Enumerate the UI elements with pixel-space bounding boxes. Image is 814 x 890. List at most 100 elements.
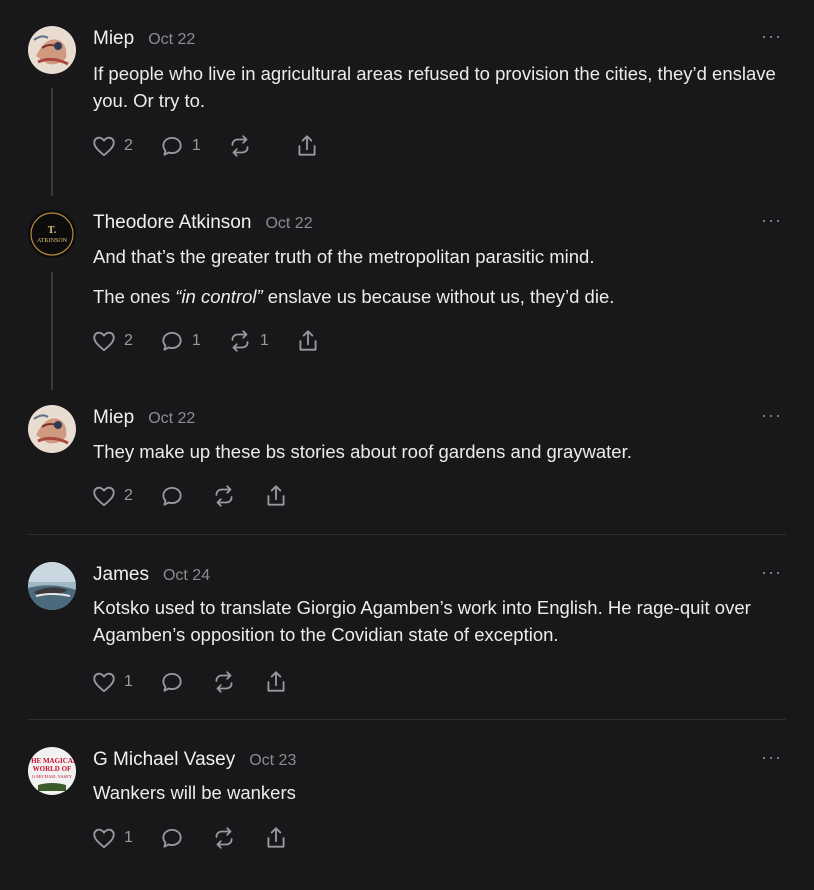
avatar[interactable]: THE MAGICAL WORLD OF G MICHAEL VASEY bbox=[28, 747, 76, 795]
comment-body: Kotsko used to translate Giorgio Agamben… bbox=[93, 594, 793, 661]
action-bar: 1 bbox=[91, 668, 315, 696]
divider bbox=[28, 719, 786, 720]
comment-date[interactable]: Oct 22 bbox=[148, 31, 195, 49]
reply-button[interactable] bbox=[159, 669, 185, 695]
more-options-icon[interactable]: ··· bbox=[761, 747, 782, 768]
action-bar: 2 bbox=[91, 482, 315, 510]
share-button[interactable] bbox=[294, 133, 320, 159]
author-name[interactable]: G Michael Vasey bbox=[93, 749, 235, 771]
avatar-monogram: T. bbox=[48, 225, 57, 236]
text-fragment: enslave us because without us, they’d di… bbox=[262, 286, 615, 307]
heart-icon bbox=[93, 672, 115, 693]
author-name[interactable]: Theodore Atkinson bbox=[93, 212, 251, 234]
author-name[interactable]: Miep bbox=[93, 407, 134, 429]
like-button[interactable]: 2 bbox=[91, 328, 133, 354]
more-options-icon[interactable]: ··· bbox=[761, 210, 782, 231]
avatar[interactable] bbox=[28, 26, 76, 74]
like-count: 2 bbox=[124, 487, 133, 504]
comment-feed: Miep Oct 22 ··· If people who live in ag… bbox=[0, 0, 814, 890]
restack-count: 1 bbox=[259, 332, 269, 349]
reply-count: 1 bbox=[191, 332, 201, 349]
like-button[interactable]: 2 bbox=[91, 133, 133, 159]
heart-icon bbox=[93, 331, 115, 352]
avatar-atkinson-image: T. ATKINSON bbox=[28, 210, 76, 258]
reply-button[interactable]: 1 bbox=[159, 328, 201, 354]
avatar-miep-image bbox=[28, 26, 76, 74]
share-button[interactable] bbox=[263, 483, 289, 509]
heart-icon bbox=[93, 828, 115, 849]
more-options-icon[interactable]: ··· bbox=[761, 562, 782, 583]
share-icon bbox=[298, 135, 316, 156]
comment-header: Miep Oct 22 bbox=[93, 28, 195, 50]
comment-icon bbox=[162, 136, 182, 156]
avatar-vasey-image: THE MAGICAL WORLD OF G MICHAEL VASEY bbox=[28, 747, 76, 795]
avatar[interactable]: T. ATKINSON bbox=[28, 210, 76, 258]
comment-body: And that’s the greater truth of the metr… bbox=[93, 243, 793, 323]
comment-date[interactable]: Oct 23 bbox=[249, 752, 296, 770]
comment-date[interactable]: Oct 22 bbox=[148, 410, 195, 428]
thread-line bbox=[51, 88, 53, 196]
share-icon bbox=[267, 671, 285, 692]
comment-text: They make up these bs stories about roof… bbox=[93, 441, 632, 462]
restack-button[interactable] bbox=[227, 133, 268, 159]
comment-body: Wankers will be wankers bbox=[93, 779, 793, 819]
restack-button[interactable] bbox=[211, 483, 237, 509]
reply-button[interactable] bbox=[159, 825, 185, 851]
restack-icon bbox=[231, 135, 249, 157]
more-options-icon[interactable]: ··· bbox=[761, 405, 782, 426]
avatar-miep-image bbox=[28, 405, 76, 453]
comment-header: Theodore Atkinson Oct 22 bbox=[93, 212, 313, 234]
author-name[interactable]: James bbox=[93, 564, 149, 586]
share-button[interactable] bbox=[263, 825, 289, 851]
more-options-icon[interactable]: ··· bbox=[761, 26, 782, 47]
comment-date[interactable]: Oct 24 bbox=[163, 567, 210, 585]
comment-date[interactable]: Oct 22 bbox=[265, 215, 312, 233]
reply-count: 1 bbox=[191, 137, 201, 154]
avatar-wordmark: G MICHAEL VASEY bbox=[32, 774, 73, 779]
comment-icon bbox=[162, 672, 182, 692]
avatar[interactable] bbox=[28, 562, 76, 610]
avatar-james-image bbox=[28, 562, 76, 610]
comment-icon bbox=[162, 486, 182, 506]
comment-text: The ones “in control” enslave us because… bbox=[93, 283, 793, 310]
reply-button[interactable] bbox=[159, 483, 185, 509]
share-icon bbox=[299, 330, 317, 351]
like-button[interactable]: 1 bbox=[91, 825, 133, 851]
avatar-wordmark: THE MAGICAL bbox=[28, 757, 76, 765]
reply-button[interactable]: 1 bbox=[159, 133, 201, 159]
restack-button[interactable] bbox=[211, 669, 237, 695]
share-button[interactable] bbox=[263, 669, 289, 695]
comment-icon bbox=[162, 331, 182, 351]
heart-icon bbox=[93, 486, 115, 507]
avatar-wordmark: ATKINSON bbox=[37, 238, 68, 244]
comment-body: If people who live in agricultural areas… bbox=[93, 60, 793, 127]
comment-text: If people who live in agricultural areas… bbox=[93, 63, 776, 111]
like-button[interactable]: 2 bbox=[91, 483, 133, 509]
restack-icon bbox=[215, 827, 233, 849]
emphasis-text: “in control” bbox=[175, 286, 263, 307]
share-icon bbox=[267, 827, 285, 848]
avatar[interactable] bbox=[28, 405, 76, 453]
like-button[interactable]: 1 bbox=[91, 669, 133, 695]
like-count: 1 bbox=[124, 673, 133, 690]
restack-icon bbox=[215, 485, 233, 507]
comment-text: Kotsko used to translate Giorgio Agamben… bbox=[93, 597, 751, 645]
comment-header: Miep Oct 22 bbox=[93, 407, 195, 429]
action-bar: 2 1 bbox=[91, 132, 346, 160]
action-bar: 1 bbox=[91, 824, 315, 852]
comment-text: Wankers will be wankers bbox=[93, 782, 296, 803]
share-button[interactable] bbox=[295, 328, 321, 354]
restack-icon bbox=[231, 330, 249, 352]
like-count: 1 bbox=[124, 829, 133, 846]
author-name[interactable]: Miep bbox=[93, 28, 134, 50]
restack-button[interactable] bbox=[211, 825, 237, 851]
thread-line bbox=[51, 272, 53, 390]
restack-button[interactable]: 1 bbox=[227, 328, 269, 354]
restack-icon bbox=[215, 671, 233, 693]
share-icon bbox=[267, 485, 285, 506]
heart-icon bbox=[93, 136, 115, 157]
comment-header: G Michael Vasey Oct 23 bbox=[93, 749, 296, 771]
like-count: 2 bbox=[124, 332, 133, 349]
divider bbox=[28, 534, 786, 535]
comment-icon bbox=[162, 828, 182, 848]
